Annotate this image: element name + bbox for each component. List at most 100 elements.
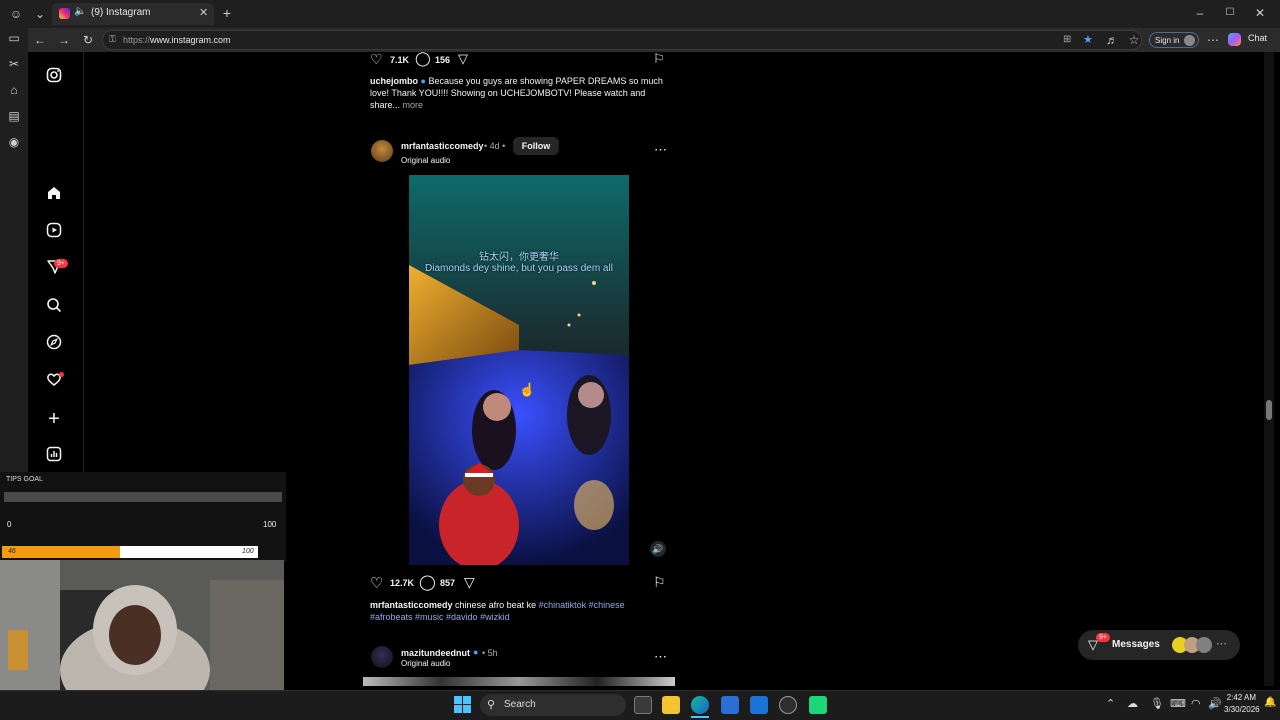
show-hidden-icons-chevron[interactable]: ⌃ — [1106, 697, 1115, 710]
obs-icon[interactable] — [779, 696, 797, 714]
next-post-avatar[interactable] — [371, 646, 393, 668]
comment-icon[interactable]: ◯ — [415, 50, 431, 67]
post-username[interactable]: mrfantasticcomedy — [401, 140, 484, 152]
prev-caption-username[interactable]: uchejombo — [370, 76, 418, 86]
chat-label: Chat — [1248, 33, 1268, 43]
tips-min-label: 0 — [7, 520, 12, 529]
caption-hashtags[interactable]: #chinatiktok #chinese — [539, 600, 625, 610]
start-windows-icon[interactable] — [454, 696, 471, 713]
file-explorer-icon[interactable] — [662, 696, 680, 714]
next-post-options-icon[interactable]: ⋯ — [654, 649, 667, 665]
create-plus-icon[interactable]: + — [44, 409, 64, 429]
page-scrollbar[interactable] — [1264, 52, 1274, 686]
post-video[interactable]: 钻太闪，你更奢华 Diamonds dey shine, but you pas… — [409, 175, 629, 565]
follow-button[interactable]: Follow — [513, 137, 559, 155]
clock-date[interactable]: 3/30/2026 — [1224, 705, 1260, 714]
streaming-app-icon[interactable] — [809, 696, 827, 714]
next-post-media-preview — [363, 677, 675, 686]
post-options-icon[interactable]: ⋯ — [654, 142, 667, 158]
tab-instagram[interactable]: 🔈 (9) Instagram ✕ — [52, 3, 214, 25]
dashboard-icon[interactable] — [44, 446, 64, 466]
close-window-icon[interactable]: ✕ — [1252, 5, 1268, 21]
explore-icon[interactable] — [44, 334, 64, 354]
webcam-feed — [0, 560, 284, 690]
tips-goal-bar — [4, 492, 282, 502]
messages-button[interactable]: ▽ 9+ Messages ⋯ — [1078, 630, 1240, 660]
post-caption: mrfantasticcomedy chinese afro beat ke #… — [370, 599, 670, 623]
more-conversations-icon: ⋯ — [1216, 638, 1227, 650]
tools-icon[interactable]: ✂ — [6, 56, 22, 72]
keyboard-icon[interactable]: ⌨ — [1170, 697, 1186, 710]
tips-goal-overlay: TIPS GOAL 0 100 46 100 — [0, 472, 286, 562]
scrollbar-thumb[interactable] — [1266, 400, 1272, 420]
volume-icon[interactable]: 🔊 — [1208, 697, 1222, 710]
more-link[interactable]: more — [403, 100, 424, 110]
post-time: • 4d • — [484, 141, 506, 151]
caption-username[interactable]: mrfantasticcomedy — [370, 600, 453, 610]
like-icon[interactable]: ♡ — [370, 51, 383, 68]
copilot-chat-button[interactable]: Chat — [1228, 33, 1268, 46]
onedrive-icon[interactable]: ☁ — [1127, 697, 1138, 710]
edge-browser-icon[interactable] — [691, 696, 709, 714]
post-likes: 12.7K — [390, 578, 415, 588]
clock-time[interactable]: 2:42 AM — [1226, 693, 1256, 702]
webcam-image — [0, 560, 284, 690]
taskbar-search-placeholder: Search — [504, 699, 536, 710]
messages-badge: 9+ — [1096, 633, 1110, 642]
favorite-star-icon[interactable]: ★ — [1083, 33, 1093, 46]
refresh-icon[interactable]: ↻ — [80, 32, 96, 48]
taskbar-search-icon: ⚲ — [487, 699, 496, 711]
close-tab-icon[interactable]: ✕ — [199, 6, 208, 19]
like-icon[interactable]: ♡ — [370, 574, 383, 592]
collections-icon[interactable]: ▤ — [6, 108, 22, 124]
address-bar[interactable]: ⚿ https://www.instagram.com ⊞ ★ — [102, 30, 1142, 50]
reels-icon[interactable] — [44, 222, 64, 242]
comment-icon[interactable]: ◯ — [419, 573, 436, 591]
tab-list-icon[interactable]: ▭ — [6, 30, 22, 46]
tips-goal-label: TIPS GOAL — [6, 476, 43, 483]
caption-hashtags-2[interactable]: #afrobeats #music #davido #wizkid — [370, 612, 510, 622]
sign-in-button[interactable]: Sign in — [1149, 32, 1199, 48]
taskbar-search[interactable]: ⚲ Search — [480, 694, 626, 716]
task-view-icon[interactable] — [634, 696, 652, 714]
notifications-badge: 9+ — [54, 259, 68, 268]
post-audio-label[interactable]: Original audio — [401, 156, 450, 165]
wifi-icon[interactable]: ◠ — [1191, 697, 1201, 710]
back-icon[interactable]: ← — [32, 32, 48, 48]
share-icon[interactable]: ▽ — [458, 51, 468, 67]
extensions-icon[interactable]: ♬ — [1104, 32, 1120, 48]
prev-post-likes: 7.1K — [390, 55, 410, 65]
video-subtitle-cn: 钻太闪，你更奢华 — [479, 252, 559, 263]
next-post-username[interactable]: mazitundeednut — [401, 647, 470, 659]
speaker-icon[interactable]: 🔈 — [74, 6, 86, 17]
mouse-cursor-icon: ☝ — [519, 382, 536, 397]
home-icon[interactable] — [44, 185, 64, 205]
new-tab-icon[interactable]: + — [219, 5, 235, 21]
post-author-avatar[interactable] — [371, 140, 393, 162]
microphone-icon[interactable]: 🎙 — [1150, 697, 1164, 710]
outlook-icon[interactable] — [750, 696, 768, 714]
favorites-icon[interactable]: ☆ — [1126, 32, 1142, 48]
tab-actions-chevron-icon[interactable]: ⌄ — [32, 6, 48, 22]
messages-label: Messages — [1112, 639, 1160, 650]
more-menu-icon[interactable]: ⋯ — [1205, 32, 1221, 48]
store-icon[interactable] — [721, 696, 739, 714]
share-icon[interactable]: ▽ — [464, 574, 475, 591]
shopping-icon[interactable]: ⌂ — [6, 82, 22, 98]
instagram-logo-icon[interactable] — [44, 67, 64, 87]
forward-icon[interactable]: → — [56, 32, 72, 48]
app-available-icon[interactable]: ⊞ — [1063, 34, 1071, 45]
profile-icon[interactable]: ☺ — [8, 6, 24, 22]
minimize-icon[interactable]: – — [1192, 5, 1208, 21]
mute-toggle-icon[interactable]: 🔊 — [650, 541, 666, 557]
notification-dot — [59, 372, 64, 377]
notifications-heart-icon[interactable] — [44, 371, 64, 391]
save-bookmark-icon[interactable]: ⚐ — [653, 574, 666, 591]
next-post-audio[interactable]: Original audio — [401, 659, 450, 668]
search-icon[interactable] — [44, 297, 64, 317]
notification-bell-icon[interactable]: 🔔 — [1264, 697, 1276, 708]
maximize-icon[interactable]: ☐ — [1222, 5, 1238, 21]
save-bookmark-icon[interactable]: ⚐ — [653, 51, 665, 67]
media-icon[interactable]: ◉ — [6, 134, 22, 150]
site-info-icon[interactable]: ⚿ — [109, 34, 116, 45]
